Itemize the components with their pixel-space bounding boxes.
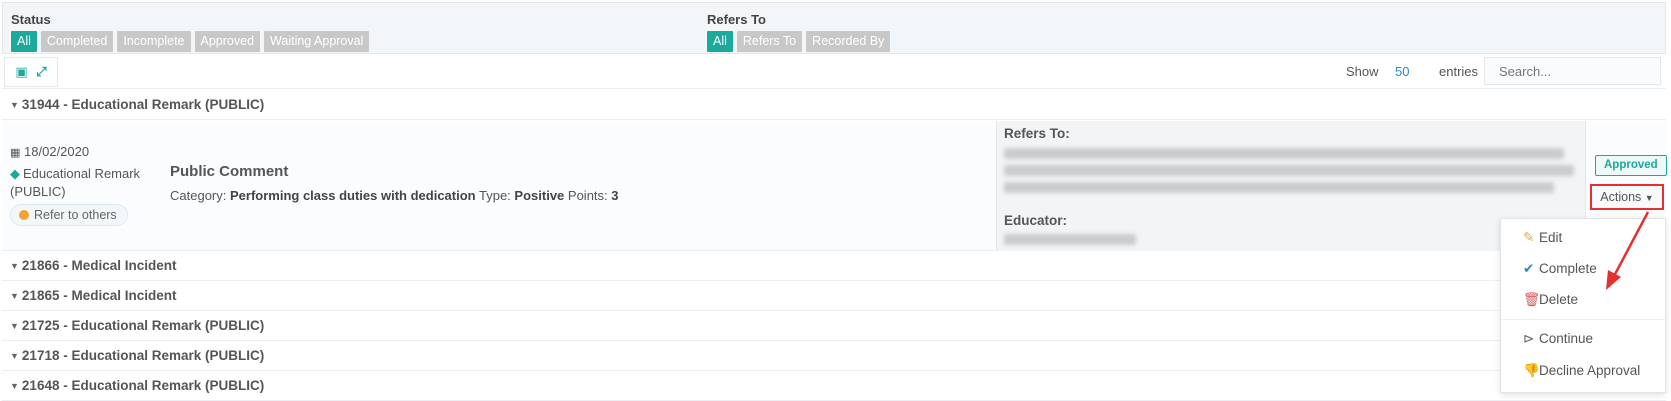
caret-down-icon: ▼ <box>1644 193 1654 203</box>
check-icon: ✔ <box>1523 261 1535 276</box>
refers-to-title: Refers To: <box>1004 126 1070 141</box>
redacted-text <box>1004 182 1554 193</box>
status-filter-title: Status <box>11 12 51 27</box>
refers-chip-recorded-by[interactable]: Recorded By <box>806 31 891 52</box>
group-title: 21718 - Educational Remark (PUBLIC) <box>21 348 265 363</box>
redacted-text <box>1004 148 1564 159</box>
group-title: 21725 - Educational Remark (PUBLIC) <box>21 318 265 333</box>
calendar-icon: ▦ <box>10 147 21 159</box>
trash-icon: 🗑 <box>1523 292 1541 307</box>
redacted-text <box>1004 234 1136 245</box>
caret-down-icon: ▼ <box>10 100 19 110</box>
expand-icon[interactable]: ⤢ <box>36 64 46 80</box>
status-chip-all[interactable]: All <box>11 31 37 52</box>
record-date: ▦ 18/02/2020 <box>10 144 90 159</box>
group-row[interactable]: ▼ 21648 - Educational Remark (PUBLIC) <box>2 371 1666 401</box>
status-filter-group: Status All Completed Incomplete Approved… <box>11 11 370 52</box>
caret-down-icon: ▼ <box>10 381 19 391</box>
export-buttons: ▣ ⤢ <box>4 57 58 87</box>
group-row[interactable]: ▼ 21866 - Medical Incident <box>2 251 1666 281</box>
record-meta: Category: Performing class duties with d… <box>170 188 619 203</box>
refer-to-others-pill[interactable]: Refer to others <box>10 204 128 226</box>
group-title: 21648 - Educational Remark (PUBLIC) <box>21 378 265 393</box>
caret-down-icon: ▼ <box>10 321 19 331</box>
points-value: 3 <box>611 188 619 203</box>
menu-item-complete[interactable]: ✔ Complete <box>1523 261 1597 277</box>
menu-divider <box>1501 319 1665 320</box>
refers-to-filter-group: Refers To All Refers To Recorded By <box>707 11 891 52</box>
type-value: Positive <box>514 188 565 203</box>
menu-item-decline-approval[interactable]: 👎Decline Approval <box>1523 363 1640 379</box>
group-row[interactable]: ▼ 21725 - Educational Remark (PUBLIC) <box>2 311 1666 341</box>
caret-down-icon: ▼ <box>10 291 19 301</box>
status-dot-icon <box>19 210 29 220</box>
status-badge: Approved <box>1595 155 1667 176</box>
menu-item-continue[interactable]: ⊳ Continue <box>1523 331 1593 347</box>
refers-chip-refers-to[interactable]: Refers To <box>736 31 803 52</box>
actions-button[interactable]: Actions ▼ <box>1590 184 1664 210</box>
table-toolbar: ▣ ⤢ Show 50 entries <box>2 55 1666 89</box>
redacted-text <box>1004 165 1574 176</box>
refers-chip-all[interactable]: All <box>707 31 733 52</box>
filter-bar: Status All Completed Incomplete Approved… <box>2 2 1666 54</box>
status-chip-completed[interactable]: Completed <box>40 31 114 52</box>
status-chip-waiting-approval[interactable]: Waiting Approval <box>264 31 370 52</box>
record-type: ◆ Educational Remark (PUBLIC) <box>10 166 141 199</box>
record-detail: ▦ 18/02/2020 ◆ Educational Remark (PUBLIC… <box>2 121 1667 251</box>
group-row[interactable]: ▼ 21718 - Educational Remark (PUBLIC) <box>2 341 1666 371</box>
thumbs-down-icon: 👎 <box>1523 363 1540 378</box>
refers-to-filter-title: Refers To <box>707 12 766 27</box>
excel-export-icon[interactable]: ▣ <box>15 64 27 80</box>
search-input[interactable] <box>1484 57 1661 85</box>
group-row[interactable]: ▼ 21865 - Medical Incident <box>2 281 1666 311</box>
actions-dropdown-menu: ✎ Edit ✔ Complete 🗑Delete ⊳ Continue 👎Decli… <box>1500 218 1666 393</box>
status-chip-incomplete[interactable]: Incomplete <box>117 31 191 52</box>
menu-item-delete[interactable]: 🗑Delete <box>1523 292 1578 308</box>
group-title: 21866 - Medical Incident <box>21 258 177 273</box>
page-size-select[interactable]: 50 <box>1395 64 1409 79</box>
caret-down-icon: ▼ <box>10 261 19 271</box>
educator-title: Educator: <box>1004 213 1068 228</box>
group-row[interactable]: ▼ 31944 - Educational Remark (PUBLIC) <box>2 90 1666 120</box>
refers-to-panel: Refers To: Educator: <box>996 121 1586 251</box>
menu-item-edit[interactable]: ✎ Edit <box>1523 230 1562 246</box>
status-chip-approved[interactable]: Approved <box>194 31 261 52</box>
record-title: Public Comment <box>170 163 289 180</box>
play-circle-icon: ⊳ <box>1523 331 1535 346</box>
show-label: Show <box>1346 64 1379 79</box>
pencil-icon: ✎ <box>1523 230 1535 245</box>
caret-down-icon: ▼ <box>10 351 19 361</box>
entries-label: entries <box>1439 64 1479 79</box>
category-value: Performing class duties with dedication <box>230 188 476 203</box>
group-title: 31944 - Educational Remark (PUBLIC) <box>21 97 265 112</box>
group-title: 21865 - Medical Incident <box>21 288 177 303</box>
tag-icon: ◆ <box>10 166 20 181</box>
